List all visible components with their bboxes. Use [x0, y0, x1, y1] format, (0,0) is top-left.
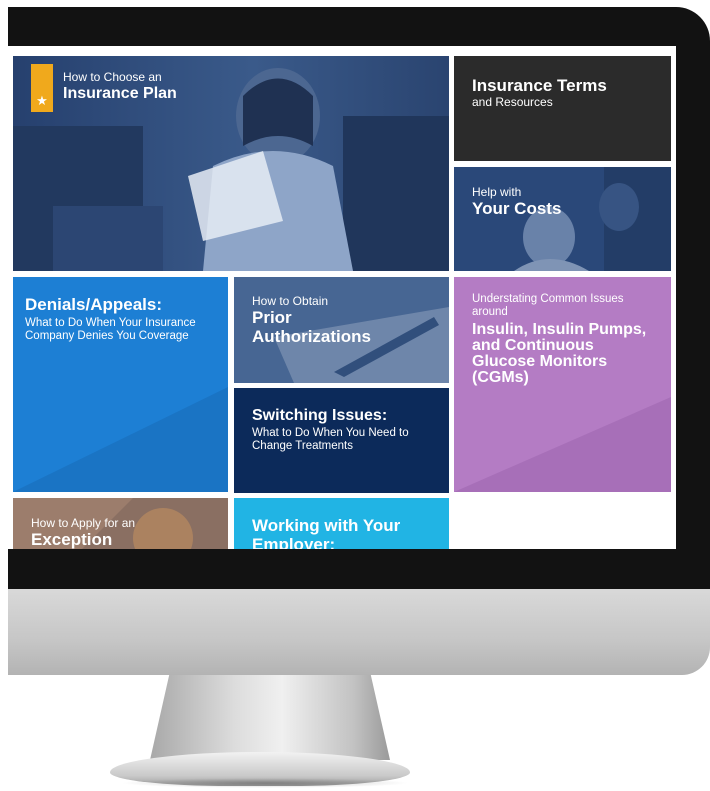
tile-working-with-employer[interactable]: Working with Your Employer: — [234, 498, 449, 549]
prior-subtitle: How to Obtain — [252, 294, 329, 308]
tile-insulin-cgms[interactable]: Understating Common Issues around Insuli… — [454, 277, 671, 492]
exception-title: Exception — [31, 530, 113, 549]
tile-choose-insurance-plan[interactable]: ★ How to Choose an Insurance Plan — [13, 56, 449, 271]
insulin-subtitle: Understating Common Issues around — [472, 293, 624, 318]
stand-shadow — [120, 778, 410, 788]
plan-title: Insurance Plan — [63, 85, 177, 102]
insulin-title: Insulin, Insulin Pumps, and Continuous G… — [472, 321, 647, 386]
tile-insurance-terms[interactable]: Insurance Terms and Resources — [454, 56, 671, 161]
tile-prior-authorizations[interactable]: How to Obtain Prior Authorizations — [234, 277, 449, 383]
costs-title: Your Costs — [472, 199, 562, 218]
elderly-man-photo — [454, 167, 671, 271]
exception-subtitle: How to Apply for an — [31, 516, 136, 530]
terms-subtitle: and Resources — [472, 95, 553, 109]
monitor-chin — [8, 589, 710, 675]
denials-description: What to Do When Your Insurance Company D… — [25, 317, 196, 342]
tile-help-with-costs[interactable]: Help with Your Costs — [454, 167, 671, 271]
denials-title: Denials/Appeals: — [25, 295, 162, 314]
star-icon: ★ — [36, 93, 48, 108]
tile-apply-for-exception[interactable]: How to Apply for an Exception — [13, 498, 228, 549]
featured-ribbon: ★ — [31, 64, 53, 112]
monitor-stand-neck — [150, 675, 390, 760]
plan-subtitle: How to Choose an — [63, 70, 162, 84]
terms-title: Insurance Terms — [472, 76, 607, 95]
monitor-screen: ★ How to Choose an Insurance Plan Insura… — [8, 46, 676, 549]
costs-subtitle: Help with — [472, 185, 522, 199]
prior-title-line2: Authorizations — [252, 327, 371, 346]
prior-title-line1: Prior — [252, 308, 292, 327]
tile-denials-appeals[interactable]: Denials/Appeals: What to Do When Your In… — [13, 277, 228, 492]
switching-description: What to Do When You Need to Change Treat… — [252, 427, 409, 452]
switching-title: Switching Issues: — [252, 407, 388, 424]
employer-title: Working with Your Employer: — [252, 516, 401, 549]
tile-switching-issues[interactable]: Switching Issues: What to Do When You Ne… — [234, 388, 449, 493]
